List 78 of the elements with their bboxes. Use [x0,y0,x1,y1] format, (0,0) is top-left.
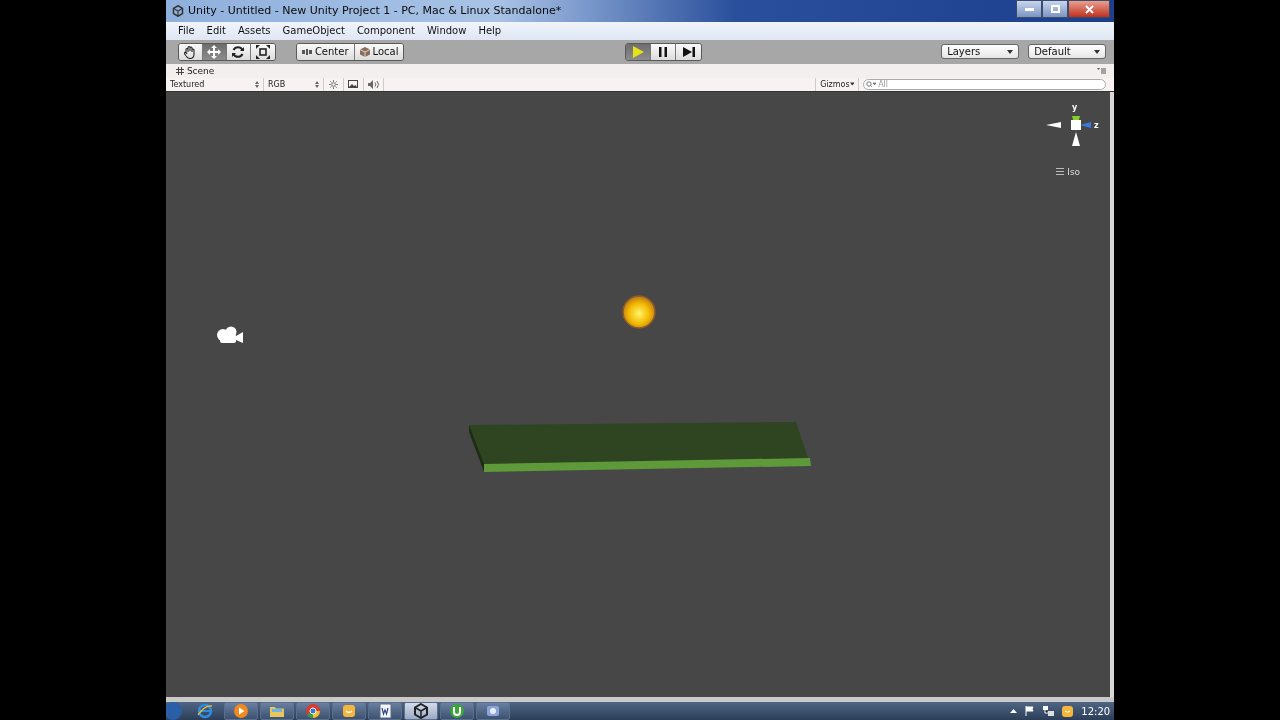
camera-icon [215,325,244,344]
speaker-icon [367,79,379,89]
media-player-icon [232,703,249,719]
pivot-button[interactable]: Center [296,43,355,60]
menu-item[interactable]: GameObject [276,25,351,37]
image-icon [348,80,359,89]
taskbar-button[interactable] [439,702,474,720]
playback-button[interactable] [651,43,677,60]
cube-icon [359,46,370,57]
tool-button[interactable] [202,43,227,60]
tool-button[interactable] [250,43,275,60]
sun-icon [328,79,338,89]
channel-dropdown[interactable]: RGB [263,77,324,91]
caret-icon[interactable] [1010,709,1018,713]
render-mode-dropdown[interactable]: Textured [165,77,264,91]
layout-dropdown[interactable]: Default [1028,44,1107,60]
stepper-icon [314,80,319,88]
chat-icon [340,703,357,719]
taskbar-button[interactable] [259,702,294,720]
menu-item[interactable]: Edit [200,25,232,37]
network-icon[interactable] [1043,706,1055,716]
taskbar-button[interactable] [475,702,510,720]
window-title: Unity - Untitled - New Unity Project 1 - PC, Mac & Linux Standalone* [187,4,562,18]
maximize-button[interactable] [1042,0,1069,18]
grid-icon [175,66,184,75]
menu-icon [1056,168,1065,176]
taskbar-button[interactable] [331,702,366,720]
taskbar-button[interactable] [223,702,258,720]
layers-dropdown[interactable]: Layers [941,44,1020,60]
scale-icon [255,44,270,59]
taskbar-button[interactable] [367,702,402,720]
caret-icon [849,82,855,87]
chrome-icon [304,703,321,719]
search-icon [866,80,877,88]
menu-item[interactable]: Assets [232,25,277,37]
caret-icon [1007,49,1014,54]
browser-icon [196,703,213,719]
menu-item[interactable]: Window [420,25,473,37]
tool-button[interactable] [226,43,251,60]
move-icon [207,44,222,59]
axis-label: z [1094,120,1099,130]
projection-toggle[interactable]: Iso [1056,166,1081,177]
playback-button[interactable] [676,43,702,60]
pivot-button[interactable]: Local [354,43,404,60]
menu-item[interactable]: Component [350,25,421,37]
scene-tab[interactable]: Scene [175,65,215,76]
document-icon [376,703,393,719]
torrent-icon [448,703,465,719]
unity-icon [171,5,184,17]
axis-gizmo-drawing[interactable] [1046,115,1092,146]
close-button[interactable] [1068,0,1111,18]
hand-icon [183,44,198,59]
stepper-icon [254,80,259,88]
scene-view[interactable]: y z Iso [165,91,1115,697]
gizmos-dropdown[interactable]: Gizmos [815,77,860,91]
menu-item[interactable]: Help [472,25,508,37]
rotate-icon [231,44,246,59]
axis-label: y [1072,102,1078,112]
menu-item[interactable]: File [171,25,201,37]
search-field[interactable]: All [863,78,1107,90]
unity-icon [412,703,429,719]
close-icon [1084,4,1094,14]
maximize-icon [1050,5,1060,13]
menu-icon[interactable] [1097,67,1107,74]
sphere-drawing [621,294,656,329]
minimize-icon [1024,7,1034,11]
minimize-button[interactable] [1016,0,1043,18]
flag-icon[interactable] [1025,706,1036,716]
caret-icon [1094,49,1101,54]
app-icon [484,703,501,719]
taskbar-button[interactable] [295,702,330,720]
step-icon [681,44,696,59]
clock[interactable]: 12:20 [1081,705,1111,717]
tool-button[interactable] [178,43,203,60]
taskbar-button[interactable] [403,702,438,720]
chat-icon[interactable] [1062,705,1074,717]
pivot-icon [301,47,312,56]
play-icon [631,44,646,59]
